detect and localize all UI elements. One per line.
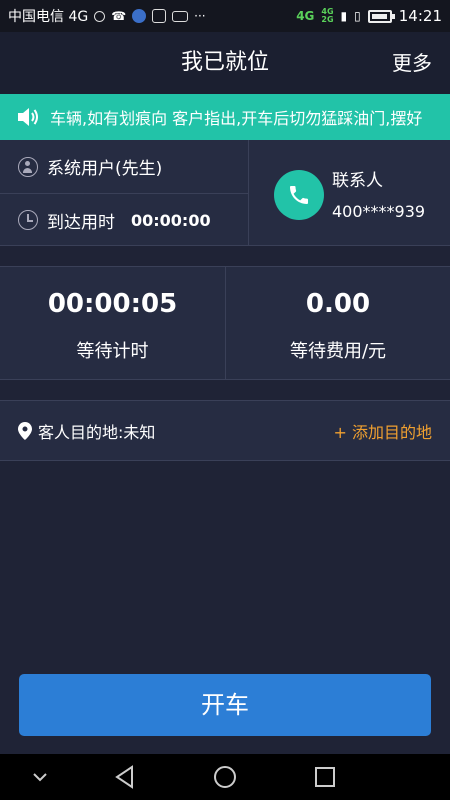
status-bar: 中国电信 4G ☎ ··· 4G 4G 2G ▮ ▯ 14:21 <box>0 0 450 32</box>
add-destination-button[interactable]: + 添加目的地 <box>334 419 433 443</box>
arrival-time-row: 到达用时 00:00:00 <box>0 193 248 246</box>
sim-icon: ▯ <box>354 9 361 23</box>
app-icon <box>132 9 147 23</box>
passenger-details: 系统用户(先生) 到达用时 00:00:00 <box>0 140 249 246</box>
notice-text: 车辆,如有划痕向 客户指出,开车后切勿猛踩油门,摆好 <box>50 109 423 128</box>
user-icon <box>18 156 38 177</box>
speaker-icon <box>0 94 44 140</box>
contact-number: 400****939 <box>332 202 426 221</box>
waiting-fee-label: 等待费用/元 <box>289 341 387 362</box>
waiting-panel: 00:00:05 等待计时 0.00 等待费用/元 <box>0 266 450 380</box>
image-icon <box>152 9 167 23</box>
signal-icon: ▮ <box>340 9 348 23</box>
more-button[interactable]: 更多 <box>392 32 432 94</box>
network-4g-icon: 4G <box>296 9 315 23</box>
arrival-time-value: 00:00:00 <box>131 210 211 230</box>
call-button[interactable] <box>274 170 324 220</box>
passenger-name-row: 系统用户(先生) <box>0 140 248 193</box>
start-driving-button[interactable]: 开车 <box>19 674 431 736</box>
destination-row: 客人目的地:未知 + 添加目的地 <box>0 400 450 461</box>
network-2g-icon: 4G 2G <box>321 7 334 24</box>
phone-icon <box>290 186 308 204</box>
waiting-timer-label: 等待计时 <box>76 341 149 362</box>
passenger-name: 系统用户(先生) <box>47 159 163 179</box>
clock-icon <box>18 210 38 230</box>
chevron-down-icon[interactable] <box>30 754 50 800</box>
chat-icon <box>94 10 106 22</box>
location-pin-icon <box>18 421 32 440</box>
waiting-fee-value: 0.00 <box>305 289 371 319</box>
home-icon[interactable] <box>212 754 238 800</box>
phone-call-icon: ☎ <box>111 9 127 23</box>
app-header: 我已就位 更多 <box>0 32 450 94</box>
clock-time: 14:21 <box>398 7 442 25</box>
waiting-timer-cell: 00:00:05 等待计时 <box>0 267 225 379</box>
passenger-info-panel: 系统用户(先生) 到达用时 00:00:00 联系人 400****939 <box>0 140 450 246</box>
contact-label: 联系人 <box>332 171 383 191</box>
waiting-timer-value: 00:00:05 <box>47 289 178 319</box>
recents-icon[interactable] <box>313 754 337 800</box>
waiting-fee-cell: 0.00 等待费用/元 <box>225 267 450 379</box>
system-nav-bar <box>0 754 450 800</box>
notice-bar: 车辆,如有划痕向 客户指出,开车后切勿猛踩油门,摆好 <box>0 94 450 140</box>
carrier-text: 中国电信 4G <box>8 9 89 25</box>
more-notifications-icon: ··· <box>194 9 206 23</box>
battery-icon <box>367 9 395 23</box>
contact-section: 联系人 400****939 <box>250 140 450 246</box>
keyboard-icon <box>172 10 189 22</box>
arrival-time-label: 到达用时 <box>47 212 115 233</box>
destination-text: 客人目的地:未知 <box>38 422 156 442</box>
back-icon[interactable] <box>112 754 138 800</box>
page-title: 我已就位 <box>180 50 269 75</box>
